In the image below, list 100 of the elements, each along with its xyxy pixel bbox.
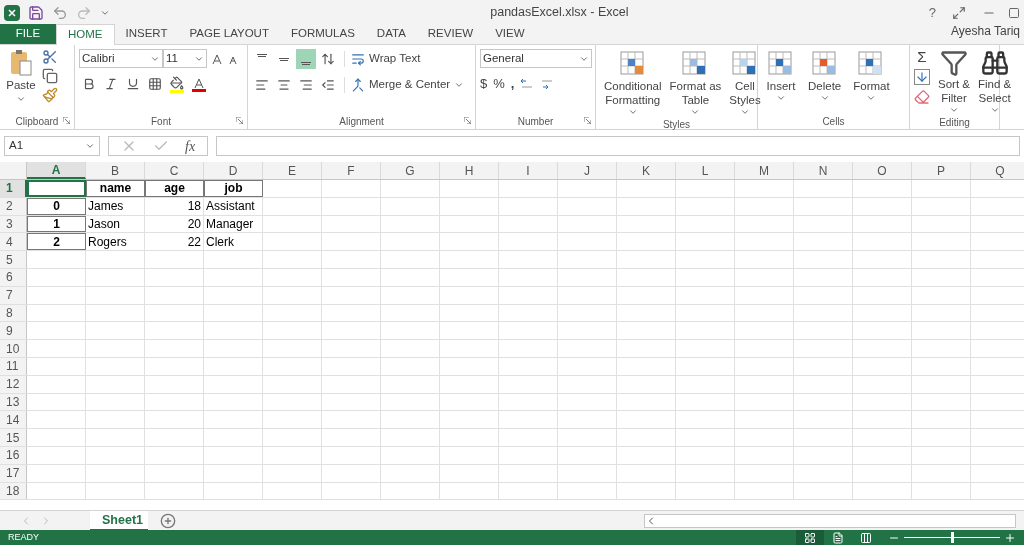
table-cell: 0 (27, 197, 86, 215)
fill-icon[interactable] (914, 69, 930, 85)
ribbon-button[interactable]: Find & Select (973, 49, 1016, 115)
column-header[interactable]: C (145, 162, 204, 179)
ribbon-tab[interactable]: FORMULAS (279, 24, 366, 44)
column-header[interactable]: Q (971, 162, 1024, 179)
table-cell: Clerk (204, 233, 263, 251)
font-size-field[interactable]: 11 (163, 49, 207, 68)
format-painter-icon[interactable] (42, 87, 58, 103)
row-header[interactable]: 9 (0, 322, 27, 340)
column-header[interactable]: H (440, 162, 499, 179)
window-title: pandasExcel.xlsx - Excel (490, 4, 629, 22)
column-header[interactable]: J (558, 162, 617, 179)
column-header[interactable]: M (735, 162, 794, 179)
column-header[interactable]: A (27, 162, 86, 179)
vertical-align-button[interactable] (296, 49, 316, 69)
grow-font-icon[interactable] (211, 52, 223, 65)
row-header[interactable]: 5 (0, 251, 27, 268)
arrows-icon (321, 52, 335, 66)
ribbon-button[interactable]: Conditional Formatting (600, 49, 666, 117)
undo-icon[interactable] (52, 4, 68, 21)
table-cell: Jason (86, 215, 145, 233)
horizontal-scrollbar[interactable] (644, 513, 1016, 528)
sheet-tab[interactable]: Sheet1 (90, 510, 148, 531)
paste-button[interactable]: Paste (4, 49, 38, 113)
row-header[interactable]: 14 (0, 411, 27, 429)
lines-icon (300, 61, 312, 65)
letter-a-icon (193, 76, 205, 89)
autosum-button[interactable]: Σ (914, 49, 930, 65)
percent-button[interactable]: % (493, 74, 505, 94)
group-label: Alignment (339, 114, 384, 129)
ribbon-tab[interactable]: REVIEW (416, 24, 485, 44)
copy-icon[interactable] (42, 68, 58, 84)
caret-icon (454, 80, 465, 90)
row-header[interactable]: 4 (0, 233, 27, 251)
formula-input[interactable] (216, 136, 1020, 156)
column-header[interactable]: P (912, 162, 971, 179)
column-header[interactable]: G (381, 162, 440, 179)
column-header[interactable]: I (499, 162, 558, 179)
help-button[interactable]: ? (928, 2, 936, 23)
ribbon-tab[interactable]: INSERT (114, 24, 179, 44)
column-header[interactable]: D (204, 162, 263, 179)
row-header[interactable]: 1 (0, 180, 27, 197)
ribbon-tab[interactable]: VIEW (484, 24, 536, 44)
underline-icon (126, 77, 140, 91)
decrease-decimal-icon[interactable] (540, 77, 555, 90)
increase-decimal-icon[interactable] (520, 77, 535, 90)
eraser-icon[interactable] (914, 89, 930, 105)
column-header[interactable]: L (676, 162, 735, 179)
table-cell: name (86, 180, 145, 197)
insert-function-button[interactable]: fx (185, 135, 196, 157)
dialog-launcher-icon[interactable] (464, 117, 471, 124)
wrap-text-button[interactable]: Wrap Text (351, 50, 421, 68)
ribbon-tab[interactable]: DATA (365, 24, 417, 44)
save-icon[interactable] (28, 4, 44, 21)
ribbon-button[interactable]: Cell Styles (725, 49, 765, 117)
zoom-thumb[interactable] (950, 532, 954, 543)
view-icon (860, 531, 872, 544)
zoom-slider[interactable] (904, 532, 1000, 543)
row-header[interactable]: 15 (0, 429, 27, 446)
row-header[interactable]: 10 (0, 340, 27, 357)
dialog-launcher-icon[interactable] (236, 117, 243, 124)
bold-icon (82, 77, 96, 91)
active-cell[interactable] (27, 180, 86, 197)
zoom-in-icon[interactable] (1004, 531, 1016, 544)
view-button[interactable] (796, 530, 824, 545)
column-header[interactable]: B (86, 162, 145, 179)
maximize-icon[interactable] (1008, 6, 1020, 19)
merge-center-button[interactable]: Merge & Center (351, 76, 465, 94)
comma-button[interactable]: , (510, 74, 515, 94)
ribbon-tab[interactable]: PAGE LAYOUT (178, 24, 280, 44)
ribbon-button[interactable]: Format (849, 49, 894, 113)
new-sheet-icon[interactable] (160, 512, 176, 529)
group-label: Editing (939, 116, 970, 130)
paint-bucket-icon (170, 75, 184, 90)
ribbon-button[interactable]: Delete (804, 49, 846, 113)
column-header[interactable]: O (853, 162, 912, 179)
column-header[interactable]: F (322, 162, 381, 179)
dialog-launcher-icon[interactable] (584, 117, 591, 124)
currency-button[interactable]: $ (480, 74, 488, 94)
column-header[interactable]: K (617, 162, 676, 179)
group-label: Font (151, 114, 171, 129)
column-header[interactable]: N (794, 162, 853, 179)
name-box[interactable]: A1 (4, 136, 100, 156)
ribbon-button[interactable]: Insert (762, 49, 800, 113)
table-cell: Assistant (204, 197, 263, 215)
user-name[interactable]: Ayesha Tariq (951, 22, 1024, 44)
caret-icon (989, 105, 1000, 115)
ribbon-button[interactable]: Format as Table (665, 49, 726, 117)
dialog-launcher-icon[interactable] (63, 117, 70, 124)
fill-color-button[interactable] (167, 74, 187, 94)
column-header[interactable]: E (263, 162, 322, 179)
number-format-field[interactable]: General (480, 49, 592, 68)
ribbon-tab[interactable]: HOME (56, 24, 115, 45)
ribbon-button[interactable]: Sort & Filter (934, 49, 974, 115)
font-name-field[interactable]: Calibri (79, 49, 163, 68)
cut-icon[interactable] (42, 49, 58, 65)
caret-icon (949, 105, 959, 115)
file-tab[interactable]: FILE (0, 24, 56, 44)
table-cell: 22 (145, 233, 204, 251)
